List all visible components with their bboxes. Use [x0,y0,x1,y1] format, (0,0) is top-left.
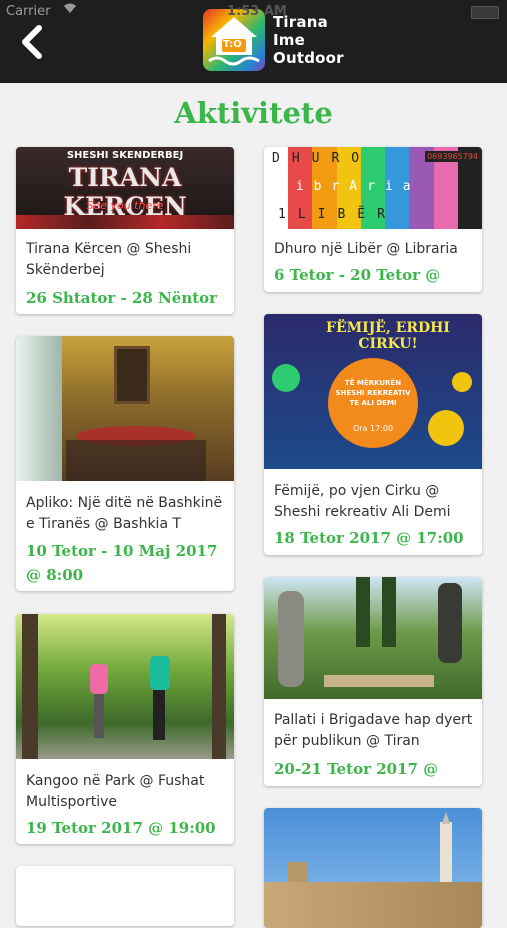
activity-image [264,808,482,928]
clock: 1:53 AM [227,4,287,19]
battery-icon [471,6,499,19]
activity-card[interactable] [264,808,482,928]
activity-card[interactable]: FËMIJË, ERDHI CIRKU! TË MËRKURËN SHESHI … [264,314,482,555]
image-tagline: See you there [86,199,164,212]
activity-image: DHURO LibrAria 1LIBËR 0693965794 [264,147,482,229]
image-word-1: DHURO [272,151,372,166]
activity-image [16,614,234,759]
activity-card[interactable]: Pallati i Brigadave hap dyert për publik… [264,577,482,786]
activity-title: Dhuro një Libër @ Libraria [274,241,458,257]
back-button[interactable] [12,22,52,62]
activity-title: Fëmijë, po vjen Cirku @ Sheshi rekreativ… [274,483,451,520]
carrier-label: Carrier [6,4,51,19]
image-word-2: LibrAria [278,179,421,194]
image-word-3: 1LIBËR [278,207,397,222]
image-title: TIRANA KERCEN [63,163,187,221]
activity-image [16,336,234,481]
activity-title: Pallati i Brigadave hap dyert për publik… [274,712,473,749]
image-banner: FËMIJË, ERDHI CIRKU! [326,320,450,352]
image-info: TË MËRKURËN SHESHI REKREATIV TE ALI DEMI [335,379,411,407]
activity-card[interactable] [16,866,234,926]
activity-image: SHESHI SKENDERBEJ TIRANA KERCEN See you … [16,147,234,229]
activity-date: 10 Tetor - 10 Maj 2017 @ 8:00 [26,542,218,584]
activity-title: Kangoo në Park @ Fushat Multisportive [26,773,205,810]
logo-mark-text: T:O [223,39,242,50]
activity-date: 20-21 Tetor 2017 @ 09:00 [274,760,439,786]
status-bar: Carrier 1:53 AM [0,0,507,22]
wifi-icon [62,2,78,18]
activity-card[interactable]: Kangoo në Park @ Fushat Multisportive 19… [16,614,234,844]
image-time: Ora 17:00 [352,424,394,433]
activity-title: Apliko: Një ditë në Bashkinë e Tiranës @… [26,495,223,532]
activity-card[interactable]: SHESHI SKENDERBEJ TIRANA KERCEN See you … [16,147,234,314]
activity-title: Tirana Kërcen @ Sheshi Skënderbej [26,241,192,278]
chevron-left-icon [22,25,42,59]
activity-image: FËMIJË, ERDHI CIRKU! TË MËRKURËN SHESHI … [264,314,482,469]
activity-date: 26 Shtator - 28 Nëntor 2017 [26,289,218,314]
logo-line-2: Ime [273,31,305,49]
logo-line-3: Outdoor [273,49,344,67]
activity-card[interactable]: Apliko: Një ditë në Bashkinë e Tiranës @… [16,336,234,591]
activity-image [264,577,482,699]
image-label: SHESHI SKENDERBEJ [66,150,184,161]
activity-card[interactable]: DHURO LibrAria 1LIBËR 0693965794 Dhuro n… [264,147,482,292]
page-title: Aktivitete [174,96,333,130]
image-phone: 0693965794 [425,151,480,162]
activity-date: 6 Tetor - 20 Tetor @ 18:00 [274,266,441,292]
activity-date: 19 Tetor 2017 @ 19:00 [26,819,216,837]
activity-date: 18 Tetor 2017 @ 17:00 [274,529,464,547]
